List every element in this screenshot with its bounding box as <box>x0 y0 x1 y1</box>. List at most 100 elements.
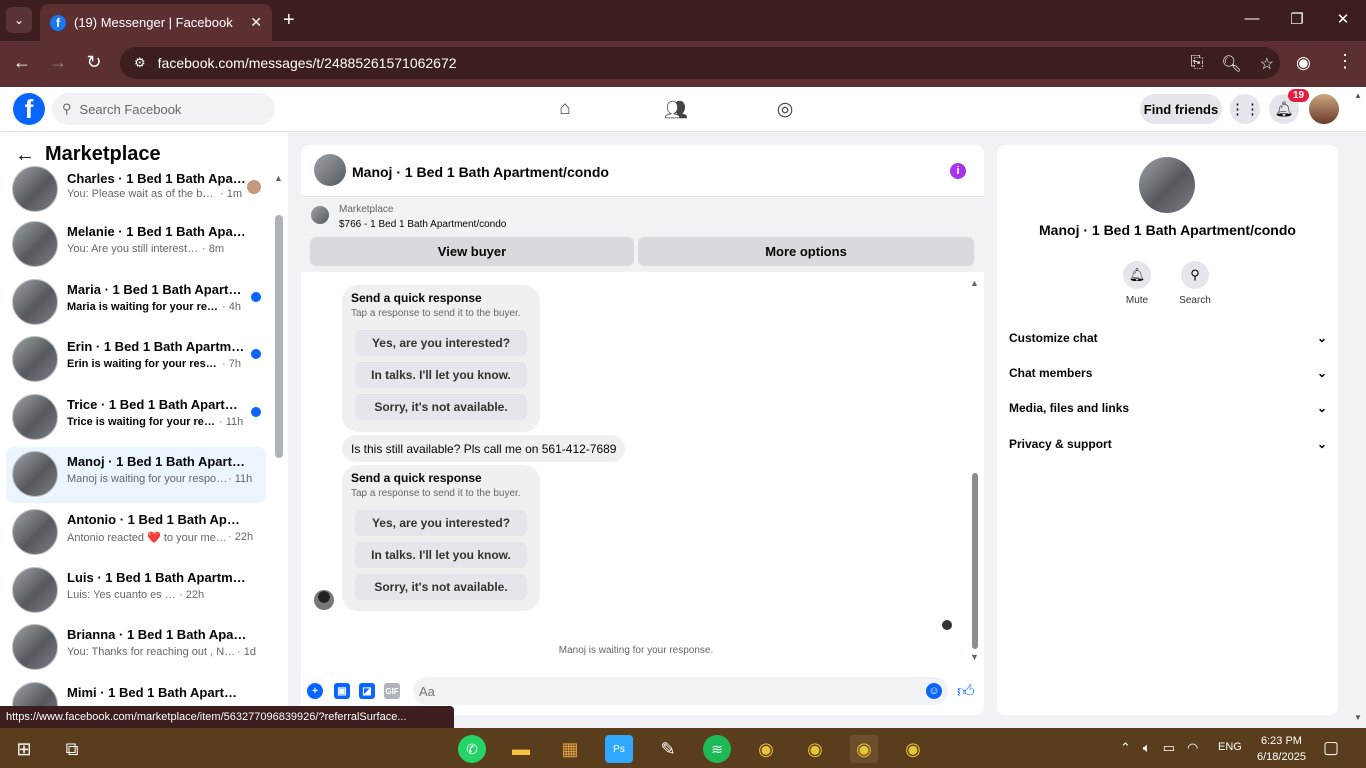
media-files-links-row[interactable]: Media, files and links ⌄ <box>1009 401 1327 415</box>
menu-grid-icon[interactable]: ⋮⋮ <box>1230 94 1260 124</box>
listing-thumbnail <box>12 624 58 670</box>
page-scroll-up-icon[interactable]: ▲ <box>1354 91 1362 100</box>
conversation-item-selected[interactable]: Manoj · 1 Bed 1 Bath Apartment... Manoj … <box>6 447 266 503</box>
photoshop-icon[interactable]: Ps <box>605 735 633 763</box>
tab-search-button[interactable]: ⌄ <box>6 7 32 33</box>
volume-icon[interactable]: 🔈︎ <box>1143 740 1151 756</box>
more-options-button[interactable]: More options <box>638 237 974 266</box>
search-conversation-button[interactable]: ⚲ Search <box>1170 261 1220 306</box>
chrome-icon[interactable]: ◉ <box>899 735 927 763</box>
conversation-item[interactable]: Mimi · 1 Bed 1 Bath Apartmen... <box>6 678 266 706</box>
forward-icon[interactable]: → <box>46 52 70 73</box>
language-indicator[interactable]: ENG <box>1218 741 1242 753</box>
browser-tab[interactable]: f (19) Messenger | Facebook ✕ <box>40 4 272 41</box>
chat-title[interactable]: Manoj · 1 Bed 1 Bath Apartment/condo <box>352 164 609 180</box>
back-icon[interactable]: ← <box>10 52 34 73</box>
tab-close-icon[interactable]: ✕ <box>250 14 262 31</box>
search-icon: ⚲ <box>62 101 72 116</box>
facebook-logo-icon[interactable]: f <box>13 93 45 125</box>
browser-menu-icon[interactable]: ⋮ <box>1336 51 1354 72</box>
conversation-item[interactable]: Trice · 1 Bed 1 Bath Apartment... Trice … <box>6 390 266 446</box>
bookmark-star-icon[interactable]: ☆ <box>1260 54 1274 74</box>
chat-scrollbar[interactable] <box>972 473 978 649</box>
message-input[interactable] <box>413 677 948 705</box>
conversation-item[interactable]: Melanie · 1 Bed 1 Bath Apartme... You: A… <box>6 217 266 273</box>
groups-icon[interactable]: ◎ <box>770 98 800 122</box>
plus-icon[interactable]: + <box>307 683 323 699</box>
notification-center-icon[interactable]: ▢ <box>1323 738 1339 758</box>
chat-scroll-down-icon[interactable]: ▼ <box>970 652 979 662</box>
start-icon[interactable]: ⊞ <box>10 735 38 763</box>
chrome-active-icon[interactable]: ◉ <box>850 735 878 763</box>
friends-icon[interactable]: 👥︎ <box>661 98 691 122</box>
page-scroll-down-icon[interactable]: ▼ <box>1354 713 1362 722</box>
listing-thumbnail <box>12 394 58 440</box>
conversation-item[interactable]: Charles · 1 Bed 1 Bath Apartm... You: Pl… <box>6 160 266 216</box>
close-window-icon[interactable]: ✕ <box>1328 10 1358 28</box>
chrome-icon[interactable]: ◉ <box>801 735 829 763</box>
file-explorer-icon[interactable]: ▬ <box>507 735 535 763</box>
quick-reply-interested-button[interactable]: Yes, are you interested? <box>355 510 527 536</box>
quick-reply-in-talks-button[interactable]: In talks. I'll let you know. <box>355 362 527 388</box>
sender-avatar[interactable] <box>314 590 334 610</box>
facebook-search-input[interactable]: ⚲ Search Facebook <box>52 93 275 125</box>
battery-icon[interactable]: ▭ <box>1163 740 1175 756</box>
chrome-icon[interactable]: ◉ <box>752 735 780 763</box>
account-avatar[interactable] <box>1309 94 1339 124</box>
install-app-icon[interactable]: ⎘ <box>1191 54 1204 74</box>
conversation-info-icon[interactable]: i <box>950 163 966 179</box>
mute-button[interactable]: 🔔︎ Mute <box>1112 261 1162 306</box>
reload-icon[interactable]: ↻ <box>82 52 106 73</box>
chat-scroll-up-icon[interactable]: ▲ <box>970 278 979 288</box>
chevron-down-icon: ⌄ <box>1316 331 1327 345</box>
conversation-preview: Antonio reacted ❤️ to your mess... <box>67 532 229 544</box>
restore-icon[interactable]: ❐ <box>1282 10 1312 28</box>
quick-reply-interested-button[interactable]: Yes, are you interested? <box>355 330 527 356</box>
conversation-item[interactable]: Brianna · 1 Bed 1 Bath Apartme... You: T… <box>6 620 266 676</box>
find-friends-button[interactable]: Find friends <box>1140 94 1222 124</box>
site-info-icon[interactable]: ⚙ <box>134 55 146 71</box>
strip-listing-thumbnail <box>311 206 329 224</box>
emoji-icon[interactable]: ☺ <box>926 683 942 699</box>
sidebar-scrollbar[interactable] <box>275 215 283 458</box>
chat-listing-thumbnail[interactable] <box>314 154 346 186</box>
minimize-icon[interactable]: — <box>1237 10 1267 27</box>
customize-chat-row[interactable]: Customize chat ⌄ <box>1009 331 1327 345</box>
unread-dot <box>251 349 261 359</box>
new-tab-icon[interactable]: + <box>283 9 295 32</box>
conversation-item[interactable]: Maria · 1 Bed 1 Bath Apartmen... Maria i… <box>6 275 266 331</box>
spotify-icon[interactable]: ≋ <box>703 735 731 763</box>
gif-icon[interactable]: GIF <box>384 683 400 699</box>
strip-item-price[interactable]: $766 - 1 Bed 1 Bath Apartment/condo <box>339 219 506 230</box>
quick-reply-not-available-button[interactable]: Sorry, it's not available. <box>355 394 527 420</box>
sticker-icon[interactable]: ◪ <box>359 683 375 699</box>
taskbar-clock[interactable]: 6:23 PM 6/18/2025 <box>1257 733 1306 765</box>
store-icon[interactable]: ▦ <box>556 735 584 763</box>
sidebar-scroll-up-icon[interactable]: ▲ <box>274 173 283 183</box>
zoom-icon[interactable]: 🔍︎ <box>1221 54 1241 74</box>
whatsapp-icon[interactable]: ✆ <box>458 735 486 763</box>
chevron-down-icon: ⌄ <box>1316 437 1327 451</box>
logo-letter: f <box>24 94 34 124</box>
app-icon[interactable]: ✎ <box>654 735 682 763</box>
wifi-icon[interactable]: ◠ <box>1187 740 1198 756</box>
url-field[interactable]: ⚙ facebook.com/messages/t/24885261571062… <box>120 47 1280 79</box>
tray-chevron-icon[interactable]: ⌃ <box>1120 740 1131 756</box>
task-view-icon[interactable]: ⧉ <box>58 735 86 763</box>
unread-dot <box>251 292 261 302</box>
view-buyer-button[interactable]: View buyer <box>310 237 634 266</box>
thumbs-up-icon[interactable]: 👍︎ <box>957 681 975 702</box>
conversation-item[interactable]: Luis · 1 Bed 1 Bath Apartment/c... Luis:… <box>6 563 266 619</box>
chat-members-row[interactable]: Chat members ⌄ <box>1009 366 1327 380</box>
home-icon[interactable]: ⌂ <box>550 98 580 122</box>
quick-reply-in-talks-button[interactable]: In talks. I'll let you know. <box>355 542 527 568</box>
conversation-item[interactable]: Erin · 1 Bed 1 Bath Apartment/... Erin i… <box>6 332 266 388</box>
clock-time: 6:23 PM <box>1260 735 1302 747</box>
quick-reply-not-available-button[interactable]: Sorry, it's not available. <box>355 574 527 600</box>
privacy-support-row[interactable]: Privacy & support ⌄ <box>1009 437 1327 451</box>
conversation-item[interactable]: Antonio · 1 Bed 1 Bath Apartme... Antoni… <box>6 505 266 561</box>
conversation-time: · 22h <box>228 531 254 543</box>
photo-icon[interactable]: ▣ <box>334 683 350 699</box>
browser-profile-icon[interactable]: ◉ <box>1296 53 1311 73</box>
conversation-time: · 1m <box>220 188 242 200</box>
